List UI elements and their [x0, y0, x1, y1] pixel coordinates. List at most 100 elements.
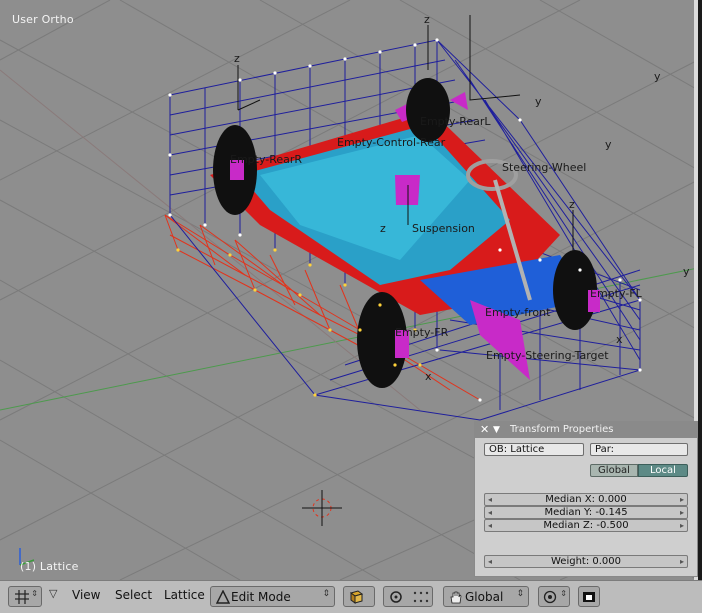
- axis-label-x: x: [425, 370, 432, 383]
- updown-arrow-icon: ⇕: [516, 589, 524, 599]
- lattice-vertex[interactable]: [308, 263, 312, 267]
- lattice-vertex[interactable]: [168, 153, 172, 157]
- lattice-vertex[interactable]: [273, 71, 277, 75]
- axis-label-y: y: [654, 70, 661, 83]
- view-menu[interactable]: View: [72, 588, 100, 602]
- blender-window: User Ortho (1) Lattice Empty-Control-Rea…: [0, 0, 702, 613]
- label-suspension: Suspension: [412, 222, 475, 235]
- lattice-vertex[interactable]: [413, 43, 417, 47]
- lattice-vertex[interactable]: [358, 328, 362, 332]
- decrement-arrow-icon[interactable]: ◂: [488, 494, 492, 505]
- pivot-selector[interactable]: [383, 586, 433, 607]
- lattice-vertex[interactable]: [435, 348, 439, 352]
- decrement-arrow-icon[interactable]: ◂: [488, 556, 492, 567]
- snap-selector[interactable]: ⇕: [538, 586, 570, 607]
- increment-arrow-icon[interactable]: ▸: [680, 556, 684, 567]
- target-icon: [543, 590, 557, 604]
- local-toggle-button[interactable]: Local: [638, 464, 688, 477]
- shading-selector[interactable]: [343, 586, 375, 607]
- updown-arrow-icon: ⇕: [31, 589, 38, 598]
- lattice-vertex[interactable]: [228, 253, 232, 257]
- collapse-triangle-icon[interactable]: ▼: [493, 422, 500, 438]
- active-object-label: (1) Lattice: [20, 560, 79, 573]
- lattice-vertex[interactable]: [328, 328, 332, 332]
- label-rear-l: Empty-RearL: [420, 115, 491, 128]
- lattice-vertex[interactable]: [393, 363, 397, 367]
- increment-arrow-icon[interactable]: ▸: [680, 494, 684, 505]
- lattice-vertex[interactable]: [273, 248, 277, 252]
- updown-arrow-icon: ⇕: [322, 589, 330, 599]
- parent-field[interactable]: Par:: [590, 443, 688, 456]
- label-empty-front: Empty-front: [485, 306, 551, 319]
- lattice-vertex[interactable]: [176, 248, 180, 252]
- lattice-vertex[interactable]: [518, 118, 522, 122]
- lattice-vertex[interactable]: [618, 278, 622, 282]
- increment-arrow-icon[interactable]: ▸: [680, 520, 684, 531]
- mode-select[interactable]: Edit Mode ⇕: [210, 586, 335, 607]
- lattice-vertex[interactable]: [298, 293, 302, 297]
- updown-arrow-icon: ⇕: [560, 589, 567, 598]
- 3d-view-header: ⇕ ▽ View Select Lattice Edit Mode ⇕ Glob…: [0, 580, 702, 613]
- decrement-arrow-icon[interactable]: ◂: [488, 520, 492, 531]
- median-y-value: Median Y: -0.145: [544, 507, 628, 518]
- select-menu[interactable]: Select: [115, 588, 152, 602]
- median-z-field[interactable]: ◂ Median Z: -0.500 ▸: [484, 519, 688, 532]
- 3d-viewport[interactable]: User Ortho (1) Lattice Empty-Control-Rea…: [0, 0, 698, 580]
- cube-icon: [349, 590, 364, 604]
- axis-label-z: z: [380, 222, 386, 235]
- lattice-vertex[interactable]: [498, 248, 502, 252]
- median-x-value: Median X: 0.000: [545, 494, 627, 505]
- lattice-vertex[interactable]: [238, 233, 242, 237]
- editor-type-selector[interactable]: ⇕: [8, 586, 42, 607]
- lattice-vertex[interactable]: [308, 64, 312, 68]
- axis-label-y: y: [535, 95, 542, 108]
- label-control-rear: Empty-Control-Rear: [337, 136, 446, 149]
- transform-properties-panel: ✕ ▼ Transform Properties OB: Lattice Par…: [474, 421, 698, 577]
- label-rear-r: Empty-RearR: [230, 153, 303, 166]
- lattice-menu[interactable]: Lattice: [164, 588, 205, 602]
- close-icon[interactable]: ✕: [480, 422, 489, 438]
- panel-header[interactable]: ✕ ▼ Transform Properties: [475, 422, 697, 438]
- weight-value: Weight: 0.000: [550, 556, 621, 567]
- hand-icon: [450, 591, 462, 604]
- pivot-icon: [390, 591, 402, 603]
- lattice-vertex[interactable]: [313, 393, 317, 397]
- lattice-vertex[interactable]: [478, 398, 482, 402]
- lattice-vertex[interactable]: [418, 363, 422, 367]
- camera-icon: [583, 592, 595, 602]
- label-steering-wheel: Steering-Wheel: [502, 161, 587, 174]
- label-steering-target: Empty-Steering-Target: [486, 349, 609, 362]
- median-x-field[interactable]: ◂ Median X: 0.000 ▸: [484, 493, 688, 506]
- axis-label-y: y: [683, 265, 690, 278]
- manipulator-dots-icon: [413, 591, 429, 603]
- object-name-field[interactable]: OB: Lattice: [484, 443, 584, 456]
- orientation-value: Global: [465, 590, 504, 604]
- median-y-field[interactable]: ◂ Median Y: -0.145 ▸: [484, 506, 688, 519]
- label-front-l: Empty-FL: [590, 287, 642, 300]
- global-toggle-button[interactable]: Global: [590, 464, 638, 477]
- lattice-vertex[interactable]: [203, 223, 207, 227]
- lattice-vertex[interactable]: [343, 283, 347, 287]
- lattice-vertex[interactable]: [378, 50, 382, 54]
- lattice-vertex[interactable]: [343, 57, 347, 61]
- increment-arrow-icon[interactable]: ▸: [680, 507, 684, 518]
- collapse-menu-triangle-icon[interactable]: ▽: [49, 587, 57, 600]
- lattice-vertex[interactable]: [238, 78, 242, 82]
- lattice-vertex[interactable]: [538, 258, 542, 262]
- lattice-vertex[interactable]: [168, 213, 172, 217]
- lattice-vertex[interactable]: [378, 303, 382, 307]
- median-z-value: Median Z: -0.500: [543, 520, 629, 531]
- lattice-vertex[interactable]: [168, 93, 172, 97]
- weight-field[interactable]: ◂ Weight: 0.000 ▸: [484, 555, 688, 568]
- decrement-arrow-icon[interactable]: ◂: [488, 507, 492, 518]
- lattice-vertex[interactable]: [435, 38, 439, 42]
- grid-icon: [15, 590, 29, 604]
- axis-label-z: z: [424, 13, 430, 26]
- lattice-vertex[interactable]: [253, 288, 257, 292]
- axis-label-z: z: [234, 52, 240, 65]
- render-button[interactable]: [578, 586, 600, 607]
- view-name-label: User Ortho: [12, 13, 74, 26]
- lattice-vertex[interactable]: [578, 268, 582, 272]
- orientation-select[interactable]: Global ⇕: [443, 586, 529, 607]
- lattice-vertex[interactable]: [638, 368, 642, 372]
